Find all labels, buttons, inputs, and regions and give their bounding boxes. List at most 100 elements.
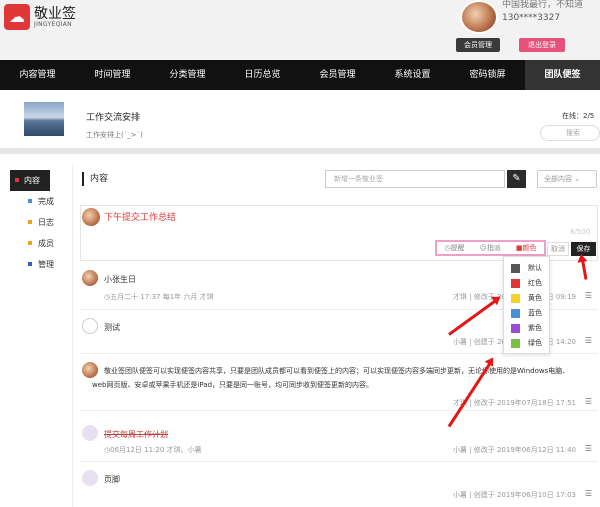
- dot-icon: [28, 262, 32, 266]
- group-search-input[interactable]: 搜索: [540, 125, 600, 141]
- menu-icon[interactable]: ☰: [585, 291, 592, 300]
- note-text: 提交每周工作计划: [104, 430, 168, 439]
- sidebar-item-content[interactable]: 内容: [10, 170, 50, 191]
- sidebar-item-label: 完成: [38, 197, 54, 206]
- color-swatch-icon: [511, 339, 520, 348]
- filter-label: 全部内容: [544, 175, 572, 183]
- editor-toolbar: ◷提醒 ☺指派 ■颜色: [435, 240, 546, 256]
- color-option-purple[interactable]: 紫色: [504, 321, 549, 336]
- logout-button[interactable]: 退出登录: [519, 38, 565, 52]
- group-name: 工作交流安排: [86, 113, 141, 123]
- editor-avatar: [82, 208, 100, 226]
- avatar: [82, 270, 98, 286]
- sidebar-item-label: 管理: [38, 260, 54, 269]
- editor-text[interactable]: 下午提交工作总结: [104, 210, 176, 223]
- search-placeholder: 搜索: [566, 129, 580, 137]
- member-manage-button[interactable]: 会员管理: [456, 38, 500, 52]
- note-info: 小薯 | 修改于 2019年06月12日 11:40: [452, 446, 576, 454]
- nav-settings[interactable]: 系统设置: [375, 60, 450, 90]
- char-counter: 8/500: [570, 228, 591, 236]
- menu-icon[interactable]: ☰: [585, 336, 592, 345]
- note-meta-text: 五月二十 17:37 每1年 六月 才琪: [110, 293, 214, 301]
- edit-icon[interactable]: ✎: [507, 170, 526, 188]
- assign-label: 指派: [486, 244, 501, 252]
- sidebar-item-done[interactable]: 完成: [12, 191, 72, 212]
- user-avatar[interactable]: [460, 0, 498, 34]
- color-square-icon: ■: [515, 244, 523, 252]
- content-filter-select[interactable]: 全部内容 ⌄: [537, 170, 597, 188]
- note-info: 才琪 | 修改于 2019年07月18日 17:51: [452, 399, 576, 407]
- menu-icon[interactable]: ☰: [585, 397, 592, 406]
- note-text-line2: web网页版、安卓或苹果手机还是iPad，只要是同一账号，均可同步收到便签更新的…: [92, 381, 374, 389]
- note-text: 小张生日: [104, 275, 136, 284]
- brand-subtitle: JINGYEQIAN: [34, 21, 72, 28]
- group-description: 工作安排上(ˊ_>ˋ): [86, 131, 143, 139]
- team-sidebar: 内容 完成 日志 成员 管理: [0, 170, 72, 275]
- color-option-blue[interactable]: 蓝色: [504, 306, 549, 321]
- sidebar-item-label: 内容: [24, 176, 40, 185]
- color-button[interactable]: ■颜色: [516, 243, 537, 253]
- brand-title: 敬业签: [34, 6, 76, 22]
- menu-icon[interactable]: ☰: [585, 444, 592, 453]
- color-option-label: 绿色: [528, 339, 542, 347]
- color-label: 颜色: [522, 244, 537, 252]
- avatar: [82, 425, 98, 441]
- nav-team-notes[interactable]: 团队便签: [525, 60, 600, 90]
- color-swatch-icon: [511, 324, 520, 333]
- dot-icon: [15, 178, 19, 182]
- group-header: 工作交流安排 工作安排上(ˊ_>ˋ) 在线：2/5 搜索: [0, 90, 600, 154]
- color-option-yellow[interactable]: 黄色: [504, 291, 549, 306]
- assign-button[interactable]: ☺指派: [480, 243, 501, 253]
- new-note-input[interactable]: 新增一条敬业签: [325, 170, 505, 188]
- nav-member-manage[interactable]: 会员管理: [300, 60, 375, 90]
- color-option-red[interactable]: 红色: [504, 276, 549, 291]
- main-nav: 内容管理 时间管理 分类管理 日历总览 会员管理 系统设置 密码锁屏 团队便签: [0, 60, 600, 90]
- note-text: 测试: [104, 323, 120, 332]
- cloud-logo-icon: ☁: [4, 4, 30, 30]
- note-info: 小薯 | 创建于 2019年06月10日 17:03: [452, 491, 576, 499]
- dot-icon: [28, 241, 32, 245]
- user-message: 中国我最行，不知道: [502, 0, 584, 10]
- chevron-down-icon: ⌄: [574, 175, 581, 183]
- color-swatch-icon: [511, 294, 520, 303]
- color-option-label: 蓝色: [528, 309, 542, 317]
- avatar: [82, 318, 98, 334]
- note-meta: ◷五月二十 17:37 每1年 六月 才琪: [104, 292, 214, 302]
- person-icon: ☺: [479, 244, 487, 252]
- sidebar-item-label: 日志: [38, 218, 54, 227]
- content-title: 内容: [82, 172, 108, 186]
- nav-time-manage[interactable]: 时间管理: [75, 60, 150, 90]
- sidebar-item-members[interactable]: 成员: [12, 233, 72, 254]
- list-item[interactable]: 页脚 小薯 | 创建于 2019年06月10日 17:03 ☰: [80, 462, 598, 507]
- sidebar-item-label: 成员: [38, 239, 54, 248]
- color-dropdown: 默认 红色 黄色 蓝色 紫色 绿色: [503, 256, 550, 354]
- list-item[interactable]: 敬业签团队便签可以实现便签内容共享，只要是团队成员都可以看到便签上的内容；可以实…: [80, 354, 598, 411]
- dot-icon: [28, 199, 32, 203]
- sidebar-item-log[interactable]: 日志: [12, 212, 72, 233]
- color-option-label: 红色: [528, 279, 542, 287]
- note-text: 页脚: [104, 475, 120, 484]
- color-swatch-icon: [511, 309, 520, 318]
- list-item[interactable]: 提交每周工作计划 ◷06月12日 11:20 才琪、小薯 小薯 | 修改于 20…: [80, 411, 598, 462]
- cancel-button[interactable]: 取消: [547, 242, 569, 256]
- divider: [72, 165, 73, 507]
- color-option-label: 紫色: [528, 324, 542, 332]
- color-option-label: 默认: [528, 264, 542, 272]
- color-option-default[interactable]: 默认: [504, 261, 549, 276]
- color-swatch-icon: [511, 279, 520, 288]
- note-meta: ◷06月12日 11:20 才琪、小薯: [104, 445, 202, 455]
- sidebar-item-manage[interactable]: 管理: [12, 254, 72, 275]
- avatar: [82, 470, 98, 486]
- nav-password-lock[interactable]: 密码锁屏: [450, 60, 525, 90]
- menu-icon[interactable]: ☰: [585, 489, 592, 498]
- avatar: [82, 362, 98, 378]
- top-bar: ☁ 敬业签 JINGYEQIAN 中国我最行，不知道 130****3327 会…: [0, 0, 600, 60]
- remind-label: 提醒: [450, 244, 465, 252]
- color-option-green[interactable]: 绿色: [504, 336, 549, 351]
- nav-calendar[interactable]: 日历总览: [225, 60, 300, 90]
- nav-content-manage[interactable]: 内容管理: [0, 60, 75, 90]
- nav-category-manage[interactable]: 分类管理: [150, 60, 225, 90]
- note-meta-text: 06月12日 11:20 才琪、小薯: [110, 446, 202, 454]
- remind-button[interactable]: ◷提醒: [444, 243, 464, 253]
- user-phone: 130****3327: [502, 13, 561, 23]
